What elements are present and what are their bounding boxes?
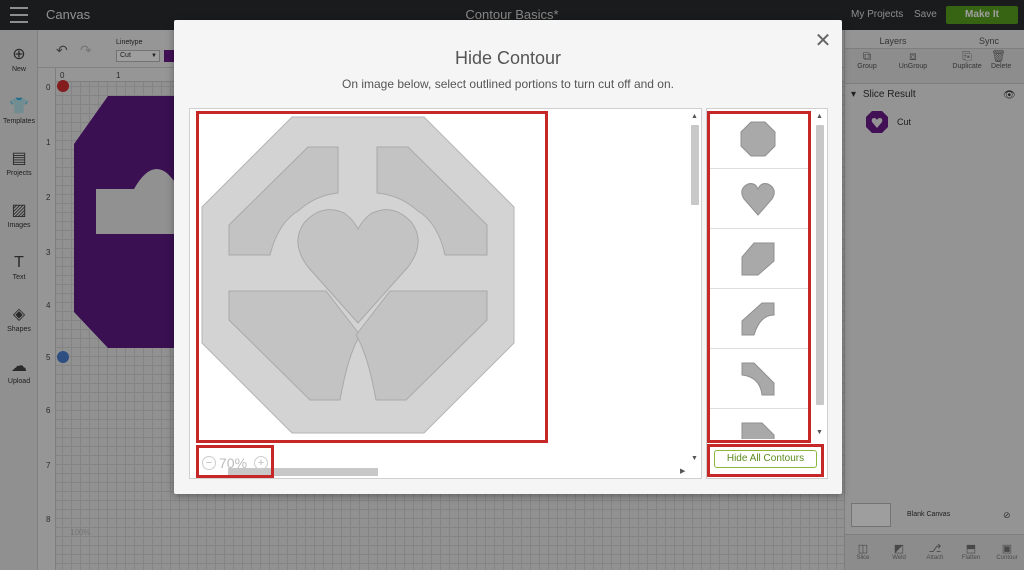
scroll-up-icon[interactable]: ▲ — [816, 113, 823, 121]
hide-all-highlight-box — [707, 444, 824, 477]
hide-contour-dialog: Hide Contour On image below, select outl… — [174, 20, 842, 494]
list-vertical-scrollbar[interactable]: ▲ ▼ — [815, 113, 825, 439]
dialog-title: Hide Contour — [454, 48, 562, 68]
scroll-up-icon[interactable]: ▲ — [691, 113, 698, 121]
preview-highlight-box — [196, 111, 548, 443]
scroll-down-icon[interactable]: ▼ — [816, 429, 823, 437]
list-highlight-box — [707, 111, 811, 443]
close-icon[interactable]: ✕ — [814, 31, 832, 51]
app-window: Canvas Contour Basics* My Projects Save … — [0, 0, 1024, 570]
contour-list[interactable]: ▲ ▼ — [706, 108, 828, 479]
contour-preview-area[interactable]: ▲ ▼ ▶ − 70% + — [189, 108, 702, 479]
scroll-right-icon[interactable]: ▶ — [680, 468, 685, 476]
scroll-down-icon[interactable]: ▼ — [691, 455, 698, 463]
dialog-subtitle: On image below, select outlined portions… — [342, 77, 674, 91]
zoom-highlight-box — [196, 445, 274, 478]
preview-vertical-scrollbar[interactable]: ▲ ▼ — [690, 113, 700, 465]
preview-horizontal-scrollbar[interactable]: ▶ — [216, 467, 688, 476]
